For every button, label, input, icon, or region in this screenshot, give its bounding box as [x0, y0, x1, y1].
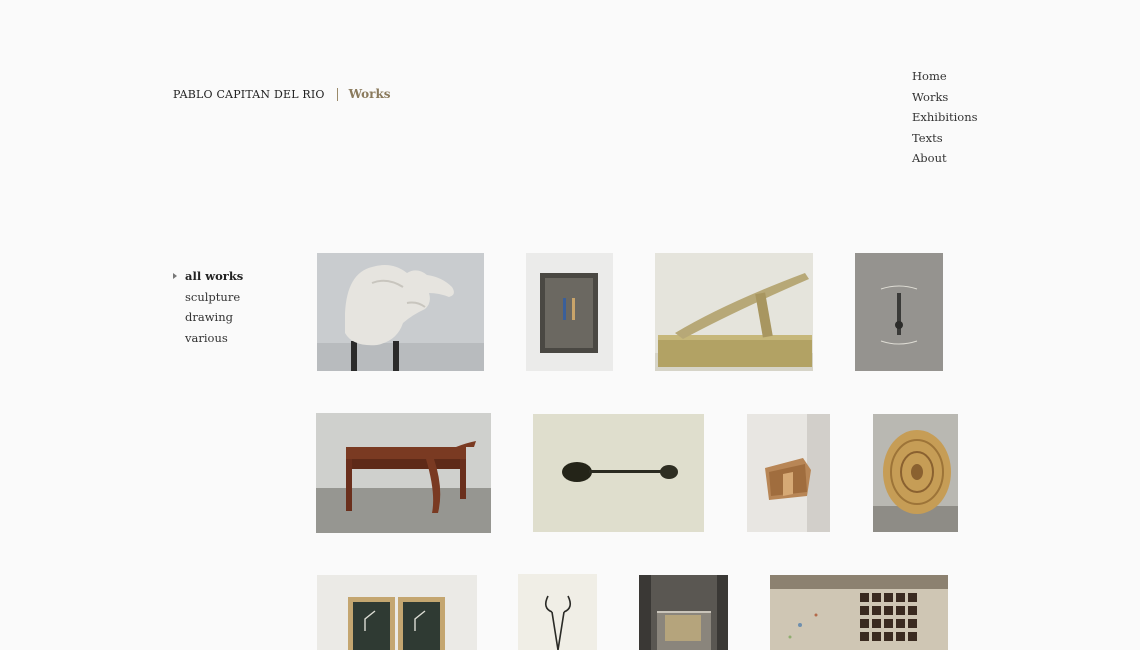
vitrine-object-image	[639, 575, 728, 650]
wire-scissors-image	[518, 574, 597, 650]
nav-item-home[interactable]: Home	[912, 66, 978, 87]
artwork-thumbnail-vitrine[interactable]	[639, 575, 728, 650]
installation-grid-image	[770, 575, 948, 650]
artwork-thumbnail-grey[interactable]	[855, 253, 943, 371]
artwork-thumbnail-hand[interactable]	[317, 253, 484, 371]
wooden-bench-image	[316, 413, 491, 533]
site-header: PABLO CAPITAN DEL RIO Works	[173, 87, 391, 101]
section-title: Works	[348, 87, 391, 101]
dark-spoon-image	[533, 414, 704, 532]
nav-item-texts[interactable]: Texts	[912, 128, 978, 149]
nav-item-about[interactable]: About	[912, 148, 978, 169]
filter-various[interactable]: various	[173, 328, 243, 349]
filter-label: all works	[185, 269, 244, 283]
works-page: PABLO CAPITAN DEL RIO Works Home Works E…	[0, 0, 1140, 650]
active-arrow-icon	[173, 273, 177, 279]
artist-name-link[interactable]: PABLO CAPITAN DEL RIO	[173, 88, 325, 101]
artwork-thumbnail-box[interactable]	[526, 253, 613, 371]
artwork-thumbnail-spoon[interactable]	[533, 414, 704, 532]
grey-wall-object-image	[855, 253, 943, 371]
nav-item-works[interactable]: Works	[912, 87, 978, 108]
nav-item-exhibitions[interactable]: Exhibitions	[912, 107, 978, 128]
framed-drawings-image	[317, 575, 477, 650]
works-filter-list: all works sculpture drawing various	[173, 266, 243, 348]
filter-label: sculpture	[185, 289, 241, 304]
header-divider	[336, 87, 338, 101]
artwork-thumbnail-bench[interactable]	[316, 413, 491, 533]
filter-all-works[interactable]: all works	[173, 266, 243, 287]
hand-sculpture-image	[317, 253, 484, 371]
artwork-thumbnail-frames[interactable]	[317, 575, 477, 650]
artwork-thumbnail-lever[interactable]	[655, 253, 813, 371]
artwork-thumbnail-scissors[interactable]	[518, 574, 597, 650]
boxed-pencils-image	[526, 253, 613, 371]
main-nav: Home Works Exhibitions Texts About	[912, 66, 978, 169]
artwork-thumbnail-wallblock[interactable]	[747, 414, 830, 532]
filter-drawing[interactable]: drawing	[173, 307, 243, 328]
tree-ring-slab-image	[873, 414, 958, 532]
filter-label: drawing	[185, 310, 234, 324]
artwork-thumbnail-installation[interactable]	[770, 575, 948, 650]
lever-sculpture-image	[655, 253, 813, 371]
wall-wooden-block-image	[747, 414, 830, 532]
artwork-thumbnail-treering[interactable]	[873, 414, 958, 532]
filter-sculpture[interactable]: sculpture	[173, 287, 243, 308]
filter-label: various	[185, 330, 228, 345]
